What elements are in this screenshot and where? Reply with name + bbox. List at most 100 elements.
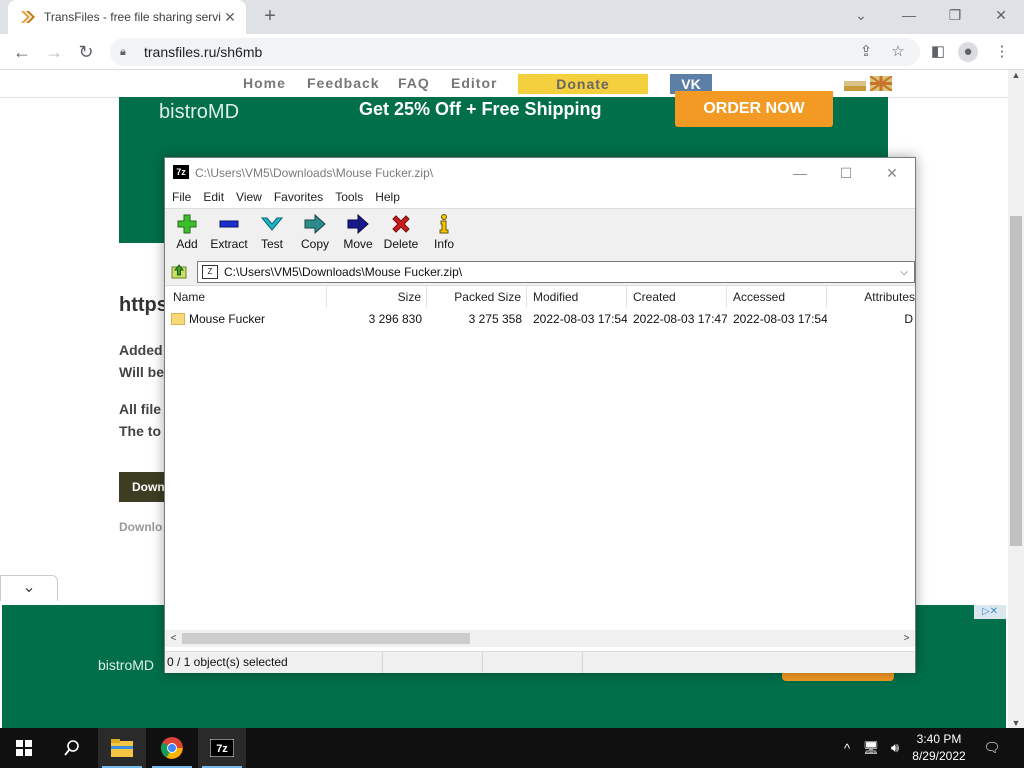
column-header-attributes[interactable]: Attributes	[827, 286, 915, 308]
taskbar-clock[interactable]: 3:40 PM 8/29/2022	[906, 731, 972, 765]
forward-arrow-icon[interactable]: →	[42, 40, 66, 64]
add-label: Add	[176, 237, 198, 251]
download-link[interactable]: Downlo	[119, 520, 162, 534]
english-flag-icon[interactable]	[870, 76, 892, 91]
collapse-ad-chevron-icon[interactable]: ⌄	[0, 575, 58, 601]
scroll-down-icon[interactable]: ▼	[1008, 718, 1024, 728]
adchoices-icon[interactable]: ▷✕	[974, 605, 1006, 619]
russian-flag-icon[interactable]	[844, 76, 866, 91]
info-text-line: All file	[119, 401, 162, 417]
volume-icon[interactable]: 🔊︎	[884, 728, 906, 768]
info-button[interactable]: Info	[422, 213, 466, 251]
nav-faq-link[interactable]: FAQ	[398, 75, 430, 91]
move-button[interactable]: Move	[336, 213, 380, 251]
donate-button[interactable]: Donate	[518, 74, 648, 94]
scroll-left-icon[interactable]: <	[165, 630, 182, 647]
window-close-button[interactable]: ✕	[978, 0, 1024, 30]
copy-label: Copy	[300, 237, 329, 251]
sevenzip-titlebar[interactable]: 7z C:\Users\VM5\Downloads\Mouse Fucker.z…	[165, 158, 915, 188]
page-scrollbar[interactable]: ▲ ▼	[1008, 70, 1024, 728]
info-label: Info	[433, 237, 454, 251]
status-pane	[383, 652, 483, 673]
nav-feedback-link[interactable]: Feedback	[307, 75, 380, 91]
row-created: 2022-08-03 17:47	[633, 312, 727, 326]
page-heading: https	[119, 294, 168, 316]
browser-tab[interactable]: TransFiles - free file sharing servi ✕	[8, 0, 246, 34]
path-combobox[interactable]: Z C:\Users\VM5\Downloads\Mouse Fucker.zi…	[197, 261, 915, 283]
new-tab-button[interactable]: +	[258, 5, 282, 29]
transfiles-favicon-icon	[20, 9, 36, 25]
svg-text:7z: 7z	[216, 743, 228, 755]
test-button[interactable]: Test	[250, 213, 294, 251]
bookmark-star-icon[interactable]: ☆	[888, 42, 908, 62]
menu-view[interactable]: View	[236, 188, 262, 208]
menu-file[interactable]: File	[172, 188, 191, 208]
scroll-right-icon[interactable]: >	[898, 630, 915, 647]
delete-button[interactable]: Delete	[379, 213, 423, 251]
search-icon[interactable]	[48, 728, 96, 768]
selection-status: 0 / 1 object(s) selected	[165, 652, 383, 673]
menu-favorites[interactable]: Favorites	[274, 188, 323, 208]
add-button[interactable]: Add	[165, 213, 209, 251]
tab-close-icon[interactable]: ✕	[222, 9, 238, 26]
reload-icon[interactable]: ↻	[74, 40, 98, 64]
sevenzip-taskbar-icon[interactable]: 7z	[198, 728, 246, 768]
file-list[interactable]: Name Size Packed Size Modified Created A…	[165, 286, 915, 630]
nav-home-link[interactable]: Home	[243, 75, 286, 91]
menu-help[interactable]: Help	[375, 188, 400, 208]
folder-up-icon[interactable]	[171, 263, 187, 279]
minus-icon	[207, 213, 251, 235]
column-header-accessed[interactable]: Accessed	[727, 286, 827, 308]
share-icon[interactable]: ⇪	[856, 42, 876, 62]
scrollbar-thumb[interactable]	[182, 633, 470, 644]
scroll-up-icon[interactable]: ▲	[1008, 70, 1024, 80]
file-explorer-icon[interactable]	[98, 728, 146, 768]
row-name-cell: Mouse Fucker	[165, 308, 327, 330]
column-header-size[interactable]: Size	[327, 286, 427, 308]
sevenzip-close-button[interactable]: ✕	[869, 158, 915, 188]
extract-button[interactable]: Extract	[207, 213, 251, 251]
column-header-packed-size[interactable]: Packed Size	[427, 286, 527, 308]
tab-search-icon[interactable]: ⌄	[838, 0, 884, 30]
column-headers: Name Size Packed Size Modified Created A…	[165, 286, 915, 308]
horizontal-scrollbar[interactable]: < >	[165, 630, 915, 647]
browser-toolbar: ← → ↻ 🔒︎ transfiles.ru/sh6mb ⇪ ☆ ◧ ● ⋮	[0, 34, 1024, 70]
row-modified: 2022-08-03 17:54	[533, 312, 627, 326]
start-windows-icon[interactable]	[0, 728, 48, 768]
info-text-line: Will be	[119, 364, 164, 380]
side-panel-icon[interactable]: ◧	[928, 42, 948, 62]
scrollbar-thumb[interactable]	[1010, 216, 1022, 546]
row-attributes: D	[904, 312, 913, 326]
sevenzip-maximize-button[interactable]: ☐	[823, 158, 869, 188]
ad-order-button[interactable]: ORDER NOW	[675, 91, 833, 127]
folder-icon	[171, 313, 185, 325]
nav-editor-link[interactable]: Editor	[451, 75, 497, 91]
network-icon[interactable]: 🖥︎	[860, 728, 882, 768]
window-minimize-button[interactable]: —	[886, 0, 932, 30]
chrome-icon[interactable]	[148, 728, 196, 768]
back-arrow-icon[interactable]: ←	[10, 40, 34, 64]
profile-avatar-icon[interactable]: ●	[958, 42, 978, 62]
column-header-created[interactable]: Created	[627, 286, 727, 308]
table-row[interactable]: Mouse Fucker 3 296 830 3 275 358 2022-08…	[165, 308, 915, 330]
menu-kebab-icon[interactable]: ⋮	[992, 42, 1012, 62]
address-bar[interactable]: 🔒︎ transfiles.ru/sh6mb	[110, 38, 920, 66]
copy-button[interactable]: Copy	[293, 213, 337, 251]
chevron-down-icon[interactable]: ⌵	[894, 267, 914, 278]
sevenzip-minimize-button[interactable]: —	[777, 158, 823, 188]
ad-brand-logo: bistroMD	[159, 101, 240, 123]
clock-time: 3:40 PM	[916, 732, 962, 746]
sevenzip-menubar: File Edit View Favorites Tools Help	[165, 188, 915, 208]
info-text-line: Added	[119, 342, 163, 358]
check-icon	[250, 213, 294, 235]
column-header-name[interactable]: Name	[165, 286, 327, 308]
column-header-modified[interactable]: Modified	[527, 286, 627, 308]
sevenzip-window: 7z C:\Users\VM5\Downloads\Mouse Fucker.z…	[164, 157, 916, 673]
lock-icon: 🔒︎	[120, 45, 126, 58]
notification-icon[interactable]: 🗨︎	[978, 728, 1006, 768]
window-restore-button[interactable]: ❐	[932, 0, 978, 30]
menu-edit[interactable]: Edit	[203, 188, 224, 208]
menu-tools[interactable]: Tools	[335, 188, 363, 208]
tray-chevron-up-icon[interactable]: ^	[838, 728, 856, 768]
clock-date: 8/29/2022	[912, 749, 966, 763]
